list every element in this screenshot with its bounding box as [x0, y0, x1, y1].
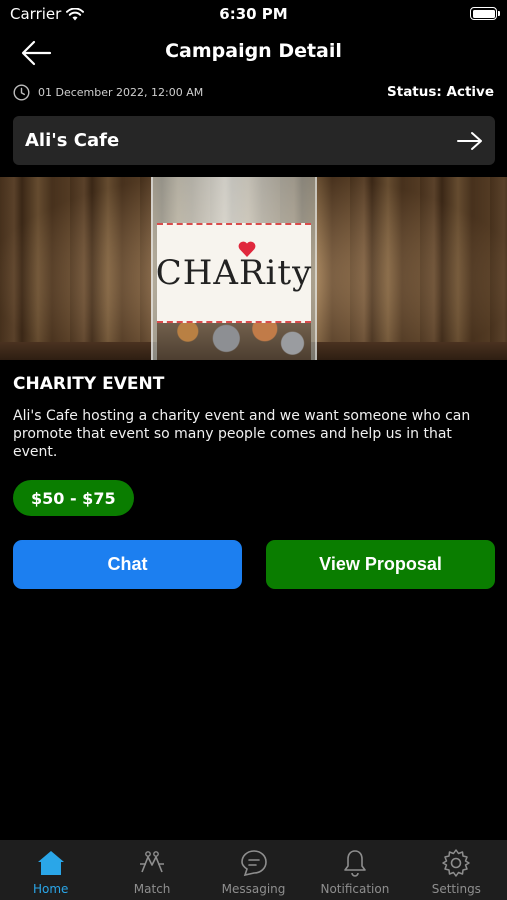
chat-button[interactable]: Chat — [13, 540, 242, 589]
match-icon — [140, 851, 165, 873]
bell-icon — [344, 850, 366, 877]
navigation-bar: Campaign Detail — [0, 30, 507, 76]
charity-jar: CHARity — [151, 177, 317, 360]
battery-icon — [470, 7, 500, 20]
business-name: Ali's Cafe — [25, 130, 120, 151]
business-link[interactable]: Ali's Cafe — [13, 116, 495, 165]
campaign-meta: 01 December 2022, 12:00 AM Status: Activ… — [13, 82, 494, 102]
heart-icon — [238, 241, 256, 257]
campaign-status: Status: Active — [387, 84, 494, 100]
arrow-right-icon — [457, 131, 482, 150]
tab-match[interactable]: Match — [101, 840, 202, 900]
status-bar: Carrier 6:30 PM — [0, 0, 507, 30]
jar-label: CHARity — [155, 223, 313, 323]
campaign-date: 01 December 2022, 12:00 AM — [38, 85, 204, 99]
tab-label-messaging: Messaging — [221, 882, 286, 896]
messaging-icon — [240, 850, 267, 877]
price-badge: $50 - $75 — [13, 480, 134, 516]
tab-label-notification: Notification — [320, 882, 390, 896]
event-title: CHARITY EVENT — [13, 374, 165, 394]
status-time: 6:30 PM — [219, 5, 288, 23]
tab-label-home: Home — [32, 882, 69, 896]
tab-bar: Home Match Messaging Notification Settin… — [0, 840, 507, 900]
jar-label-text: CHARity — [155, 253, 313, 293]
tab-messaging[interactable]: Messaging — [203, 840, 304, 900]
home-icon — [37, 851, 64, 875]
tab-label-settings: Settings — [431, 882, 481, 896]
gear-icon — [442, 849, 471, 877]
tab-home[interactable]: Home — [0, 840, 101, 900]
tab-settings[interactable]: Settings — [406, 840, 507, 900]
tab-notification[interactable]: Notification — [304, 840, 405, 900]
campaign-banner-image: CHARity — [0, 177, 507, 360]
clock-icon — [13, 83, 30, 101]
page-title: Campaign Detail — [165, 40, 342, 62]
view-proposal-button[interactable]: View Proposal — [266, 540, 495, 589]
tab-label-match: Match — [133, 882, 171, 896]
event-description: Ali's Cafe hosting a charity event and w… — [13, 408, 471, 460]
